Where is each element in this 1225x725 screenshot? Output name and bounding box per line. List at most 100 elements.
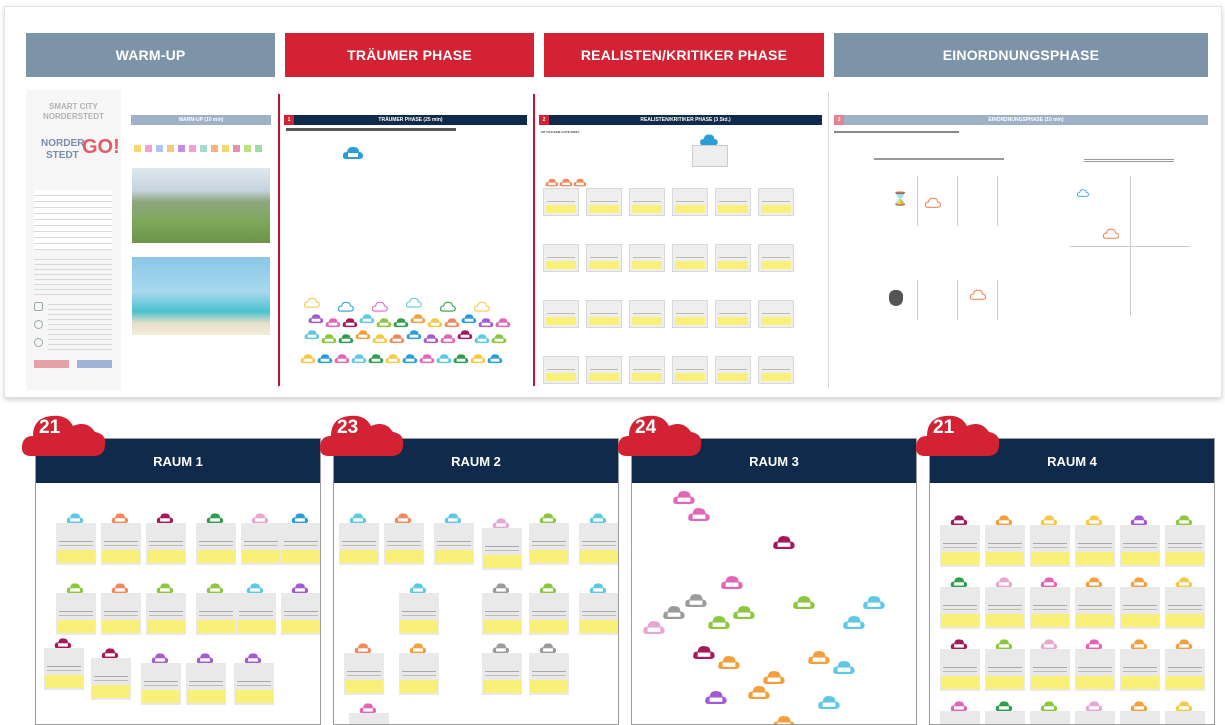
phase-header-traeumer[interactable]: TRÄUMER PHASE [285, 33, 534, 77]
idea-card[interactable] [281, 593, 320, 635]
idea-card[interactable] [146, 593, 186, 635]
evaluation-card[interactable] [715, 244, 751, 272]
evaluation-card[interactable] [672, 356, 708, 384]
idea-card[interactable] [1030, 711, 1070, 724]
idea-card[interactable] [1120, 525, 1160, 567]
idea-card[interactable] [56, 523, 96, 565]
evaluation-card[interactable] [629, 300, 665, 328]
idea-card[interactable] [579, 523, 618, 565]
idea-card[interactable] [196, 593, 236, 635]
idea-card[interactable] [344, 653, 384, 695]
evaluation-card[interactable] [543, 244, 579, 272]
idea-card[interactable] [399, 593, 439, 635]
evaluation-card[interactable] [629, 244, 665, 272]
idea-card[interactable] [940, 587, 980, 629]
evaluation-card[interactable] [715, 356, 751, 384]
evaluation-card[interactable] [586, 188, 622, 216]
room-3[interactable]: RAUM 3 24 [617, 415, 917, 725]
evaluation-card[interactable] [672, 244, 708, 272]
room-2[interactable]: RAUM 2 23 [319, 415, 619, 725]
idea-card[interactable] [482, 653, 522, 695]
beach-photo[interactable] [132, 257, 270, 335]
idea-card[interactable] [1030, 587, 1070, 629]
idea-card[interactable] [44, 648, 84, 690]
evaluation-card[interactable] [629, 356, 665, 384]
room-1[interactable]: RAUM 1 21 [21, 415, 321, 725]
idea-card[interactable] [234, 663, 274, 705]
room-board[interactable] [632, 483, 916, 724]
evaluation-card[interactable] [758, 244, 794, 272]
room-4[interactable]: RAUM 4 21 [915, 415, 1215, 725]
idea-card[interactable] [1075, 587, 1115, 629]
room-board[interactable] [334, 483, 618, 724]
idea-card[interactable] [141, 663, 181, 705]
idea-card[interactable] [196, 523, 236, 565]
phase-header-warmup[interactable]: WARM-UP [26, 33, 275, 77]
phase-header-einordnung[interactable]: EINORDNUNGSPHASE [834, 33, 1208, 77]
evaluation-card[interactable] [758, 300, 794, 328]
idea-card[interactable] [985, 711, 1025, 724]
phase-header-realisten[interactable]: REALISTEN/KRITIKER PHASE [544, 33, 824, 77]
evaluation-card[interactable] [586, 356, 622, 384]
warmup-panel[interactable]: SMART CITY NORDERSTEDT NORDER STEDT GO! … [26, 90, 275, 390]
idea-card[interactable] [1075, 711, 1115, 724]
evaluation-card[interactable] [758, 356, 794, 384]
evaluation-card[interactable] [586, 300, 622, 328]
idea-card[interactable] [1075, 525, 1115, 567]
idea-card[interactable] [1120, 649, 1160, 691]
idea-card[interactable] [399, 653, 439, 695]
idea-card[interactable] [482, 593, 522, 635]
idea-card[interactable] [91, 658, 131, 700]
traeumer-panel[interactable]: 1 TRÄUMER PHASE (25 min) [282, 90, 529, 390]
idea-card[interactable] [1030, 649, 1070, 691]
evaluation-card[interactable] [672, 300, 708, 328]
idea-card[interactable] [339, 523, 379, 565]
evaluation-card[interactable] [715, 188, 751, 216]
idea-card[interactable] [236, 593, 276, 635]
idea-card[interactable] [146, 523, 186, 565]
evaluation-card[interactable] [715, 300, 751, 328]
idea-card[interactable] [186, 663, 226, 705]
evaluation-card[interactable] [543, 188, 579, 216]
idea-card[interactable] [529, 653, 569, 695]
idea-card[interactable] [241, 523, 281, 565]
idea-card[interactable] [56, 593, 96, 635]
einordnung-panel[interactable]: 3 EINORDNUNGSPHASE (10 min) ⌛ [832, 90, 1210, 390]
idea-card[interactable] [1165, 711, 1205, 724]
idea-card[interactable] [101, 593, 141, 635]
realisten-panel[interactable]: 2 REALISTEN/KRITIKER PHASE (3 Std.) IST … [537, 90, 824, 390]
idea-card[interactable] [281, 523, 320, 565]
idea-card[interactable] [579, 593, 618, 635]
cloud-icon [372, 334, 388, 344]
idea-card[interactable] [1165, 525, 1205, 567]
idea-card[interactable] [940, 525, 980, 567]
evaluation-card[interactable] [586, 244, 622, 272]
idea-card[interactable] [1165, 649, 1205, 691]
idea-card[interactable] [940, 649, 980, 691]
evaluation-card[interactable] [543, 356, 579, 384]
idea-card[interactable] [529, 523, 569, 565]
idea-card[interactable] [985, 587, 1025, 629]
room-board[interactable] [36, 483, 320, 724]
idea-card[interactable] [529, 593, 569, 635]
idea-card[interactable] [985, 525, 1025, 567]
idea-card[interactable] [482, 528, 522, 570]
idea-card[interactable] [434, 523, 474, 565]
idea-card[interactable] [1075, 649, 1115, 691]
room-board[interactable] [930, 483, 1214, 724]
idea-card[interactable] [349, 713, 389, 724]
mountain-photo[interactable] [132, 168, 270, 243]
idea-card[interactable] [101, 523, 141, 565]
evaluation-card[interactable] [672, 188, 708, 216]
evaluation-card[interactable] [758, 188, 794, 216]
idea-card[interactable] [384, 523, 424, 565]
idea-card[interactable] [985, 649, 1025, 691]
evaluation-card[interactable] [543, 300, 579, 328]
idea-card[interactable] [1120, 587, 1160, 629]
evaluation-card[interactable] [629, 188, 665, 216]
idea-card[interactable] [1165, 587, 1205, 629]
idea-card[interactable] [1030, 525, 1070, 567]
idea-card[interactable] [940, 711, 980, 724]
mood-color-swatches[interactable] [134, 145, 274, 153]
idea-card[interactable] [1120, 711, 1160, 724]
